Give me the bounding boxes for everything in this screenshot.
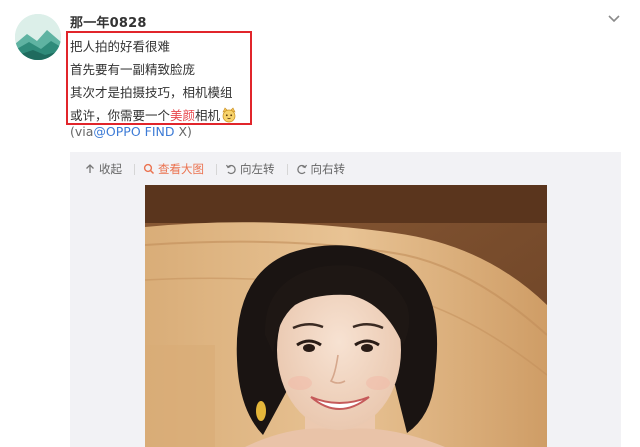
toolbar-divider <box>286 163 288 175</box>
rotate-left-icon <box>225 164 236 175</box>
view-large-image-button[interactable]: 查看大图 <box>143 161 204 177</box>
weibo-post-page: 那一年0828 把人拍的好看很难 首先要有一副精致脸庞 其次才是拍摄技巧，相机模… <box>0 0 640 447</box>
via-suffix: X) <box>174 124 192 139</box>
via-source: (via@OPPO FIND X) <box>70 124 192 139</box>
collapse-button[interactable]: 收起 <box>84 161 122 177</box>
rotate-left-button[interactable]: 向左转 <box>225 161 275 177</box>
mention-link[interactable]: @OPPO FIND <box>93 124 174 139</box>
rotate-right-icon <box>296 164 307 175</box>
view-large-label: 查看大图 <box>158 162 204 176</box>
avatar-mountain-image <box>15 14 61 60</box>
post-photo[interactable] <box>145 185 547 447</box>
expanded-media-panel: 收起 查看大图 向左转 向右转 <box>70 152 621 447</box>
rotate-right-label: 向右转 <box>310 162 346 176</box>
rotate-left-label: 向左转 <box>240 162 275 176</box>
collapse-label: 收起 <box>99 162 122 176</box>
annotation-highlight-box <box>66 31 252 125</box>
toolbar-divider <box>216 163 217 175</box>
chevron-down-icon[interactable] <box>606 10 622 23</box>
username-link[interactable]: 那一年0828 <box>70 12 147 31</box>
avatar[interactable] <box>15 14 61 60</box>
rotate-right-button[interactable]: 向右转 <box>296 161 346 177</box>
via-prefix: (via <box>70 124 94 139</box>
magnifier-icon <box>143 163 155 175</box>
toolbar-divider <box>134 163 135 175</box>
portrait-photo-image <box>145 185 547 447</box>
media-toolbar: 收起 查看大图 向左转 向右转 <box>84 160 357 178</box>
collapse-up-icon <box>86 164 94 173</box>
